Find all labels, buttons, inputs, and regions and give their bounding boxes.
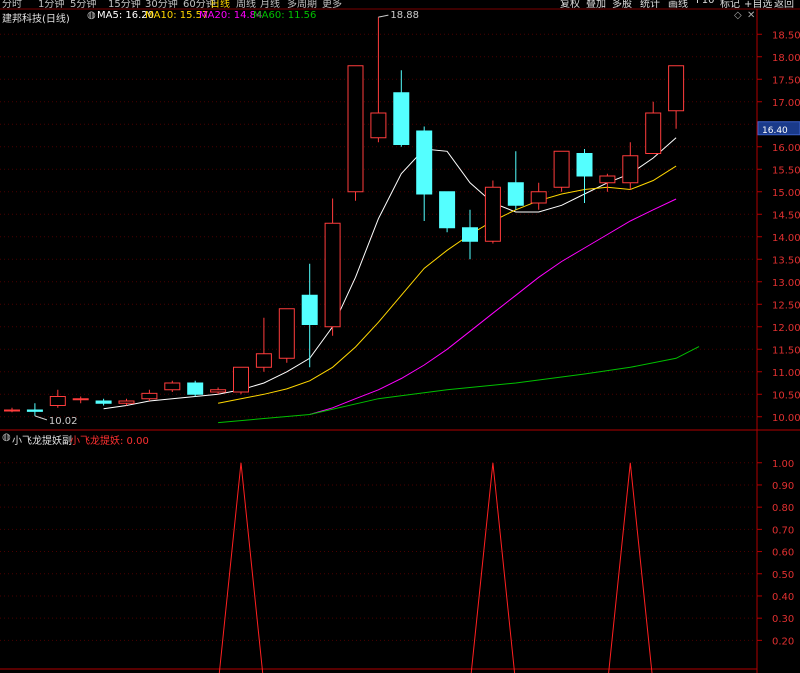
indicator-y-tick-label: 1.00	[772, 459, 794, 470]
indicator-y-tick-label: 0.80	[772, 503, 794, 514]
chart-canvas: 18.5018.0017.5017.0016.5016.0015.5015.00…	[0, 8, 800, 673]
candle	[393, 92, 410, 145]
y-tick-label: 18.00	[772, 53, 800, 64]
high-label: 18.88	[390, 10, 419, 21]
candle	[233, 366, 249, 393]
candle	[599, 175, 616, 184]
y-tick-label: 15.00	[772, 188, 800, 199]
y-tick-label: 10.50	[772, 390, 800, 401]
y-tick-label: 10.00	[772, 413, 800, 424]
indicator-y-tick-label: 0.90	[772, 481, 794, 492]
candle	[164, 382, 181, 391]
candle	[347, 65, 364, 193]
y-tick-label: 18.50	[772, 30, 800, 41]
candle	[255, 353, 272, 368]
y-tick-label: 14.50	[772, 210, 800, 221]
candle	[95, 400, 112, 404]
indicator-y-tick-label: 0.20	[772, 636, 794, 647]
y-tick-label: 14.00	[772, 233, 800, 244]
ma5-line	[103, 137, 677, 410]
indicator-line	[218, 462, 653, 673]
candle	[462, 227, 478, 242]
high-marker	[378, 14, 389, 18]
candle	[324, 222, 341, 328]
candle	[416, 130, 433, 195]
candle	[72, 398, 89, 401]
y-tick-label: 17.50	[772, 75, 800, 86]
indicator-y-tick-label: 0.50	[772, 570, 794, 581]
candle	[118, 400, 135, 404]
indicator-y-tick-label: 0.60	[772, 548, 794, 559]
current-price-label: 16.40	[762, 126, 788, 136]
candle	[530, 191, 547, 204]
candle	[210, 389, 227, 393]
candle	[576, 153, 593, 177]
candle	[622, 155, 639, 184]
candle	[49, 396, 66, 406]
candle	[187, 382, 204, 395]
y-tick-label: 13.00	[772, 278, 800, 289]
candle	[668, 65, 685, 112]
y-tick-label: 15.50	[772, 165, 800, 176]
candle	[301, 294, 318, 325]
candle	[439, 191, 456, 229]
y-tick-label: 11.50	[772, 345, 800, 356]
y-tick-label: 11.00	[772, 368, 800, 379]
low-label: 10.02	[49, 416, 78, 427]
candle	[484, 186, 501, 242]
indicator-y-tick-label: 0.40	[772, 592, 794, 603]
y-tick-label: 12.00	[772, 323, 800, 334]
y-tick-label: 17.00	[772, 98, 800, 109]
y-tick-label: 13.50	[772, 255, 800, 266]
candle	[278, 308, 295, 359]
candle	[553, 150, 570, 188]
y-tick-label: 16.00	[772, 143, 800, 154]
candle	[26, 409, 43, 412]
candle	[645, 112, 662, 154]
candle	[141, 392, 158, 400]
y-tick-label: 12.50	[772, 300, 800, 311]
indicator-y-tick-label: 0.70	[772, 525, 794, 536]
candle	[507, 182, 524, 206]
indicator-y-tick-label: 0.30	[772, 614, 794, 625]
candle	[4, 409, 20, 412]
candle	[370, 112, 387, 139]
